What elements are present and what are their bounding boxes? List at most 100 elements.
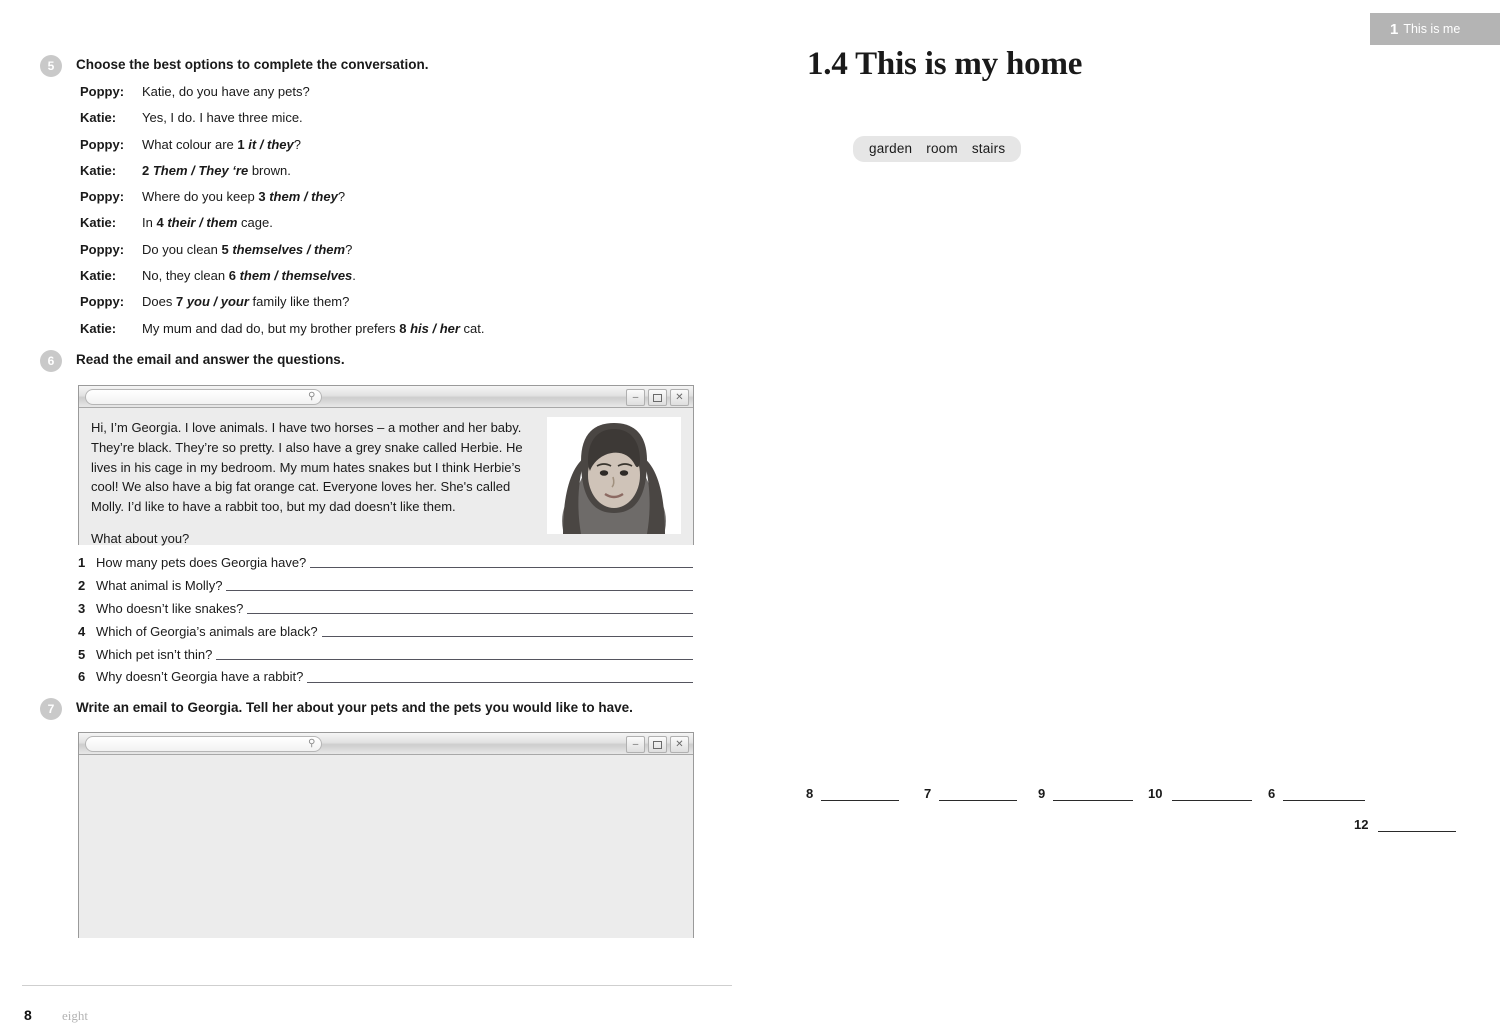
right-page: 1 This is me 1.4 This is my home 1 Choos… [750,0,1500,1035]
question-row: 5 Which pet isn’t thin? [78,646,693,662]
email-write-titlebar: ⚲ – ✕ [79,733,693,755]
diagram-label-8: 8 [806,786,814,801]
diagram-label-10: 10 [1148,786,1163,801]
question-row: 3 Who doesn’t like snakes? [78,600,693,616]
answer-blank[interactable] [226,589,693,592]
avatar [547,417,681,534]
maximize-button[interactable] [648,736,667,753]
question-row: 6 Why doesn’t Georgia have a rabbit? [78,670,693,684]
window-controls-write: – ✕ [626,736,689,753]
unit-tab-label: This is me [1403,22,1461,36]
conversation-line: Poppy: Do you clean 5 themselves / them? [80,243,700,256]
conversation-text: My mum and dad do, but my brother prefer… [142,320,485,336]
diagram-blank-10[interactable] [1172,800,1252,801]
activity-7-number: 7 [40,698,62,720]
page-number-left: 8 [24,1007,32,1023]
search-icon: ⚲ [307,390,315,402]
diagram-label-12: 12 [1354,817,1369,832]
speaker-name: Katie: [80,162,117,178]
activity-6-header: 6 Read the email and answer the question… [40,350,345,372]
page-word-left: eight [62,1008,88,1023]
activity-6-number: 6 [40,350,62,372]
email-paragraph-1: Hi, I’m Georgia. I love animals. I have … [91,420,523,514]
question-number: 5 [78,646,86,662]
search-icon: ⚲ [307,737,315,749]
minimize-button[interactable]: – [626,736,645,753]
question-text: Why doesn’t Georgia have a rabbit? [96,669,304,685]
page-spread: 5 Choose the best options to complete th… [0,0,1500,1035]
activity-5-title: Choose the best options to complete the … [76,57,429,72]
window-controls: – ✕ [626,389,689,406]
address-input-write[interactable]: ⚲ [85,735,322,752]
email-compose-area[interactable] [79,755,693,938]
question-number: 4 [78,623,86,639]
answer-blank[interactable] [321,635,693,637]
unit-tab: 1 This is me [1370,13,1500,45]
diagram-label-6: 6 [1268,786,1276,801]
footer-divider [22,985,732,986]
question-text: How many pets does Georgia have? [96,555,307,570]
question-text: Who doesn’t like snakes? [96,600,244,616]
question-number: 3 [78,600,86,616]
conversation-line: Poppy: Does 7 you / your family like them… [80,295,700,308]
left-footer: 8 eight [0,985,750,1035]
close-button[interactable]: ✕ [670,736,689,753]
email-window-write: ⚲ – ✕ [78,732,694,938]
email-window-read: ⚲ – ✕ Hi, I’m Georgia. I love animals. I… [78,385,694,546]
activity-7-title: Write an email to Georgia. Tell her abou… [76,700,633,715]
speaker-name: Poppy: [80,189,125,205]
address-input[interactable]: ⚲ [85,388,322,405]
conversation-text: What colour are 1 it / they? [142,136,301,152]
answer-blank[interactable] [310,566,693,569]
portrait-photo-icon [547,417,681,534]
answer-blank[interactable] [216,658,693,660]
conversation-line: Poppy: Where do you keep 3 them / they? [80,190,700,203]
answer-blank[interactable] [307,681,693,683]
page-gutter [749,0,751,1035]
activity-7-header: 7 Write an email to Georgia. Tell her ab… [40,698,633,720]
conversation-text: Does 7 you / your family like them? [142,294,350,310]
conversation-text: Where do you keep 3 them / they? [142,189,346,205]
word-bank-item: garden [869,141,913,156]
word-bank-box: garden room stairs [853,136,1022,162]
conversation-list: Poppy: Katie, do you have any pets? Katie:… [80,85,700,348]
conversation-line: Poppy: What colour are 1 it / they? [80,138,700,151]
conversation-line: Katie: Yes, I do. I have three mice. [80,111,700,124]
word-bank-item: room [926,141,958,156]
question-number: 6 [78,669,86,685]
diagram-blank-9[interactable] [1053,800,1133,801]
email-window-body: Hi, I’m Georgia. I love animals. I have … [79,408,693,546]
answer-blank[interactable] [247,612,693,615]
speaker-name: Poppy: [80,241,125,257]
question-row: 2 What animal is Molly? [78,577,693,593]
activity-6-title: Read the email and answer the questions. [76,352,345,367]
conversation-text: Yes, I do. I have three mice. [142,110,303,126]
speaker-name: Poppy: [80,84,125,99]
diagram-blank-7[interactable] [939,800,1017,801]
diagram-blank-12[interactable] [1378,831,1456,832]
conversation-line: Katie: In 4 their / them cage. [80,216,700,229]
page-title: 1.4 This is my home [807,46,1083,82]
question-text: Which pet isn’t thin? [96,646,213,662]
unit-tab-number: 1 [1390,20,1399,38]
activity-5-number: 5 [40,55,62,77]
conversation-text: In 4 their / them cage. [142,215,273,231]
question-number: 1 [78,555,86,570]
diagram-blank-8[interactable] [821,800,899,801]
minimize-button[interactable]: – [626,389,645,406]
speaker-name: Katie: [80,215,117,231]
close-button[interactable]: ✕ [670,389,689,406]
conversation-text: No, they clean 6 them / themselves. [142,268,356,284]
email-window-titlebar: ⚲ – ✕ [79,386,693,408]
diagram-label-7: 7 [924,786,932,801]
question-row: 1 How many pets does Georgia have? [78,555,693,570]
speaker-name: Katie: [80,110,117,126]
speaker-name: Katie: [80,320,117,336]
question-number: 2 [78,577,86,593]
maximize-button[interactable] [648,389,667,406]
conversation-line: Katie: No, they clean 6 them / themselves… [80,269,700,282]
diagram-blank-6[interactable] [1283,800,1365,801]
question-text: What animal is Molly? [96,577,223,593]
speaker-name: Poppy: [80,136,125,152]
conversation-line: Katie: My mum and dad do, but my brother … [80,322,700,335]
